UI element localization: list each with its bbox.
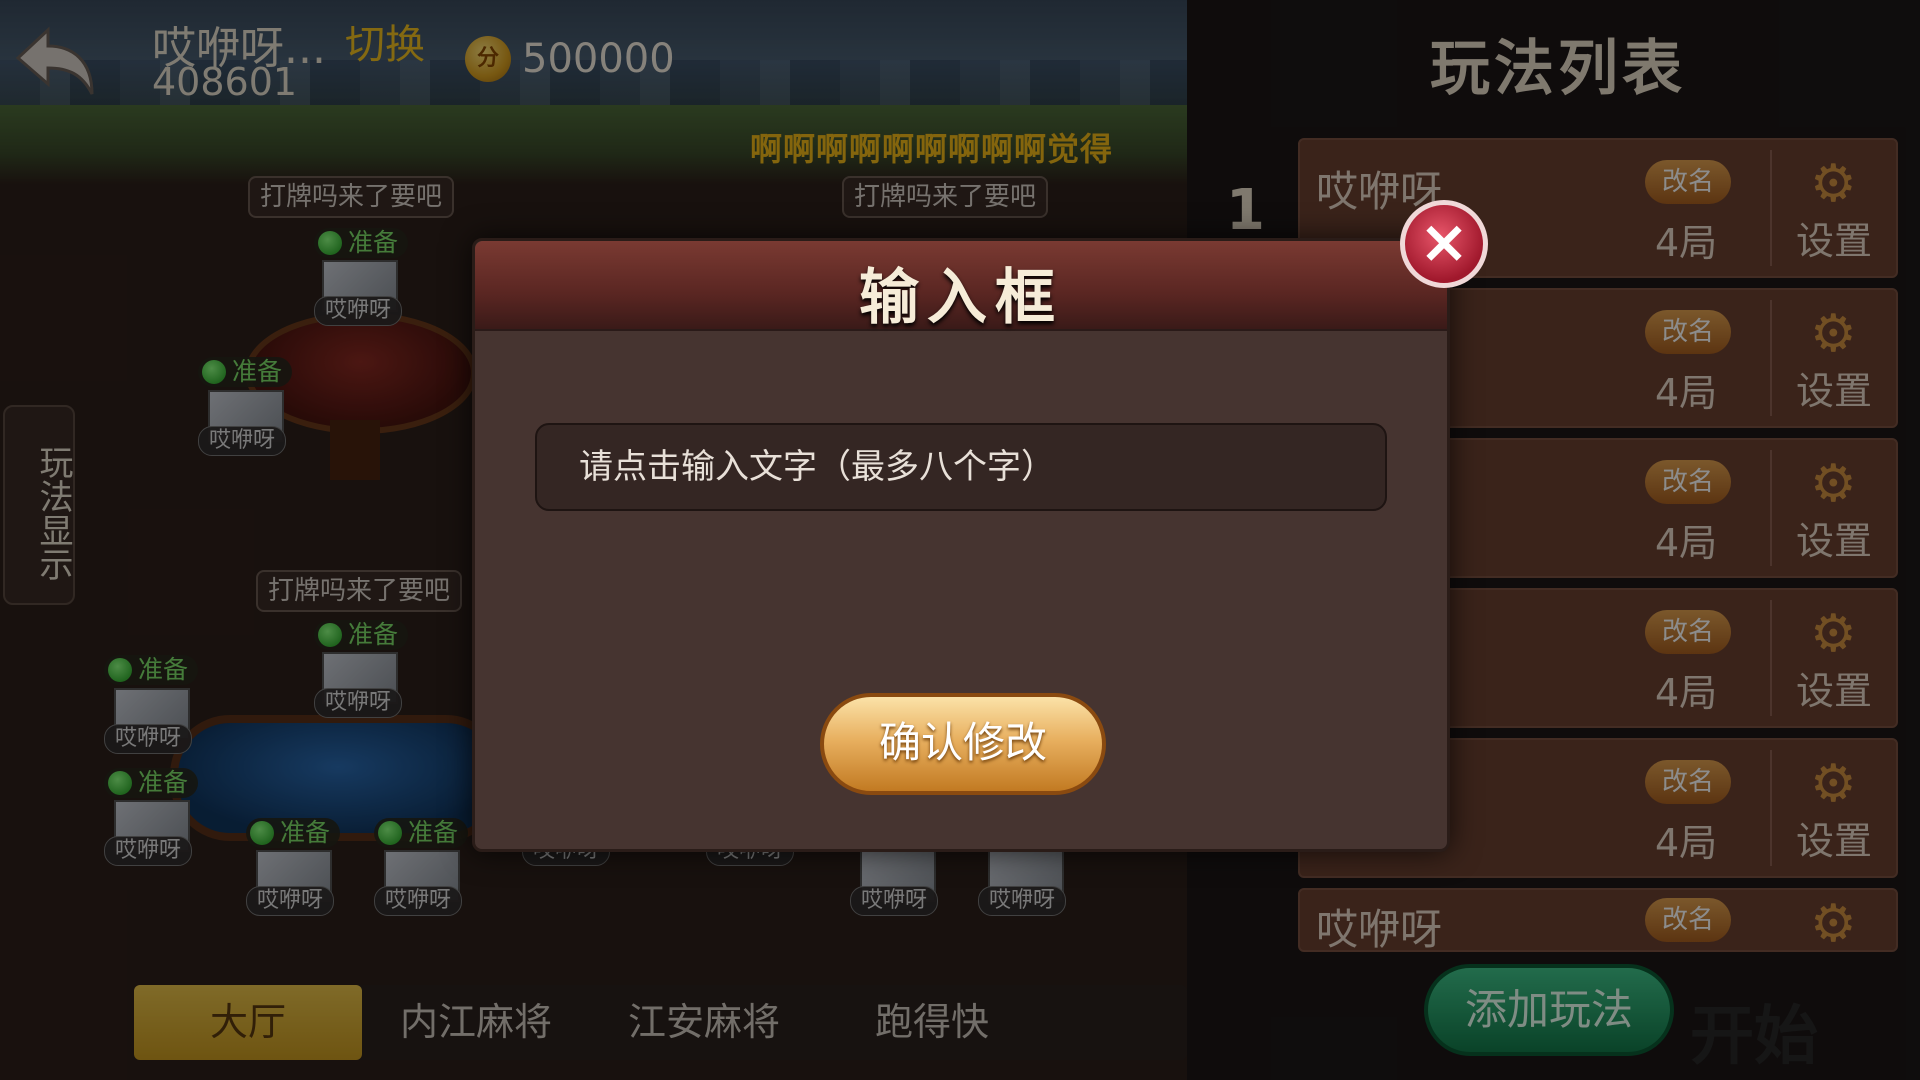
dialog-title: 输入框 bbox=[859, 263, 1063, 333]
close-icon[interactable]: × bbox=[1400, 200, 1488, 288]
confirm-button[interactable]: 确认修改 bbox=[820, 693, 1106, 795]
text-input[interactable]: 请点击输入文字（最多八个字） bbox=[535, 423, 1387, 511]
input-dialog: 输入框 请点击输入文字（最多八个字） 确认修改 bbox=[472, 238, 1450, 852]
